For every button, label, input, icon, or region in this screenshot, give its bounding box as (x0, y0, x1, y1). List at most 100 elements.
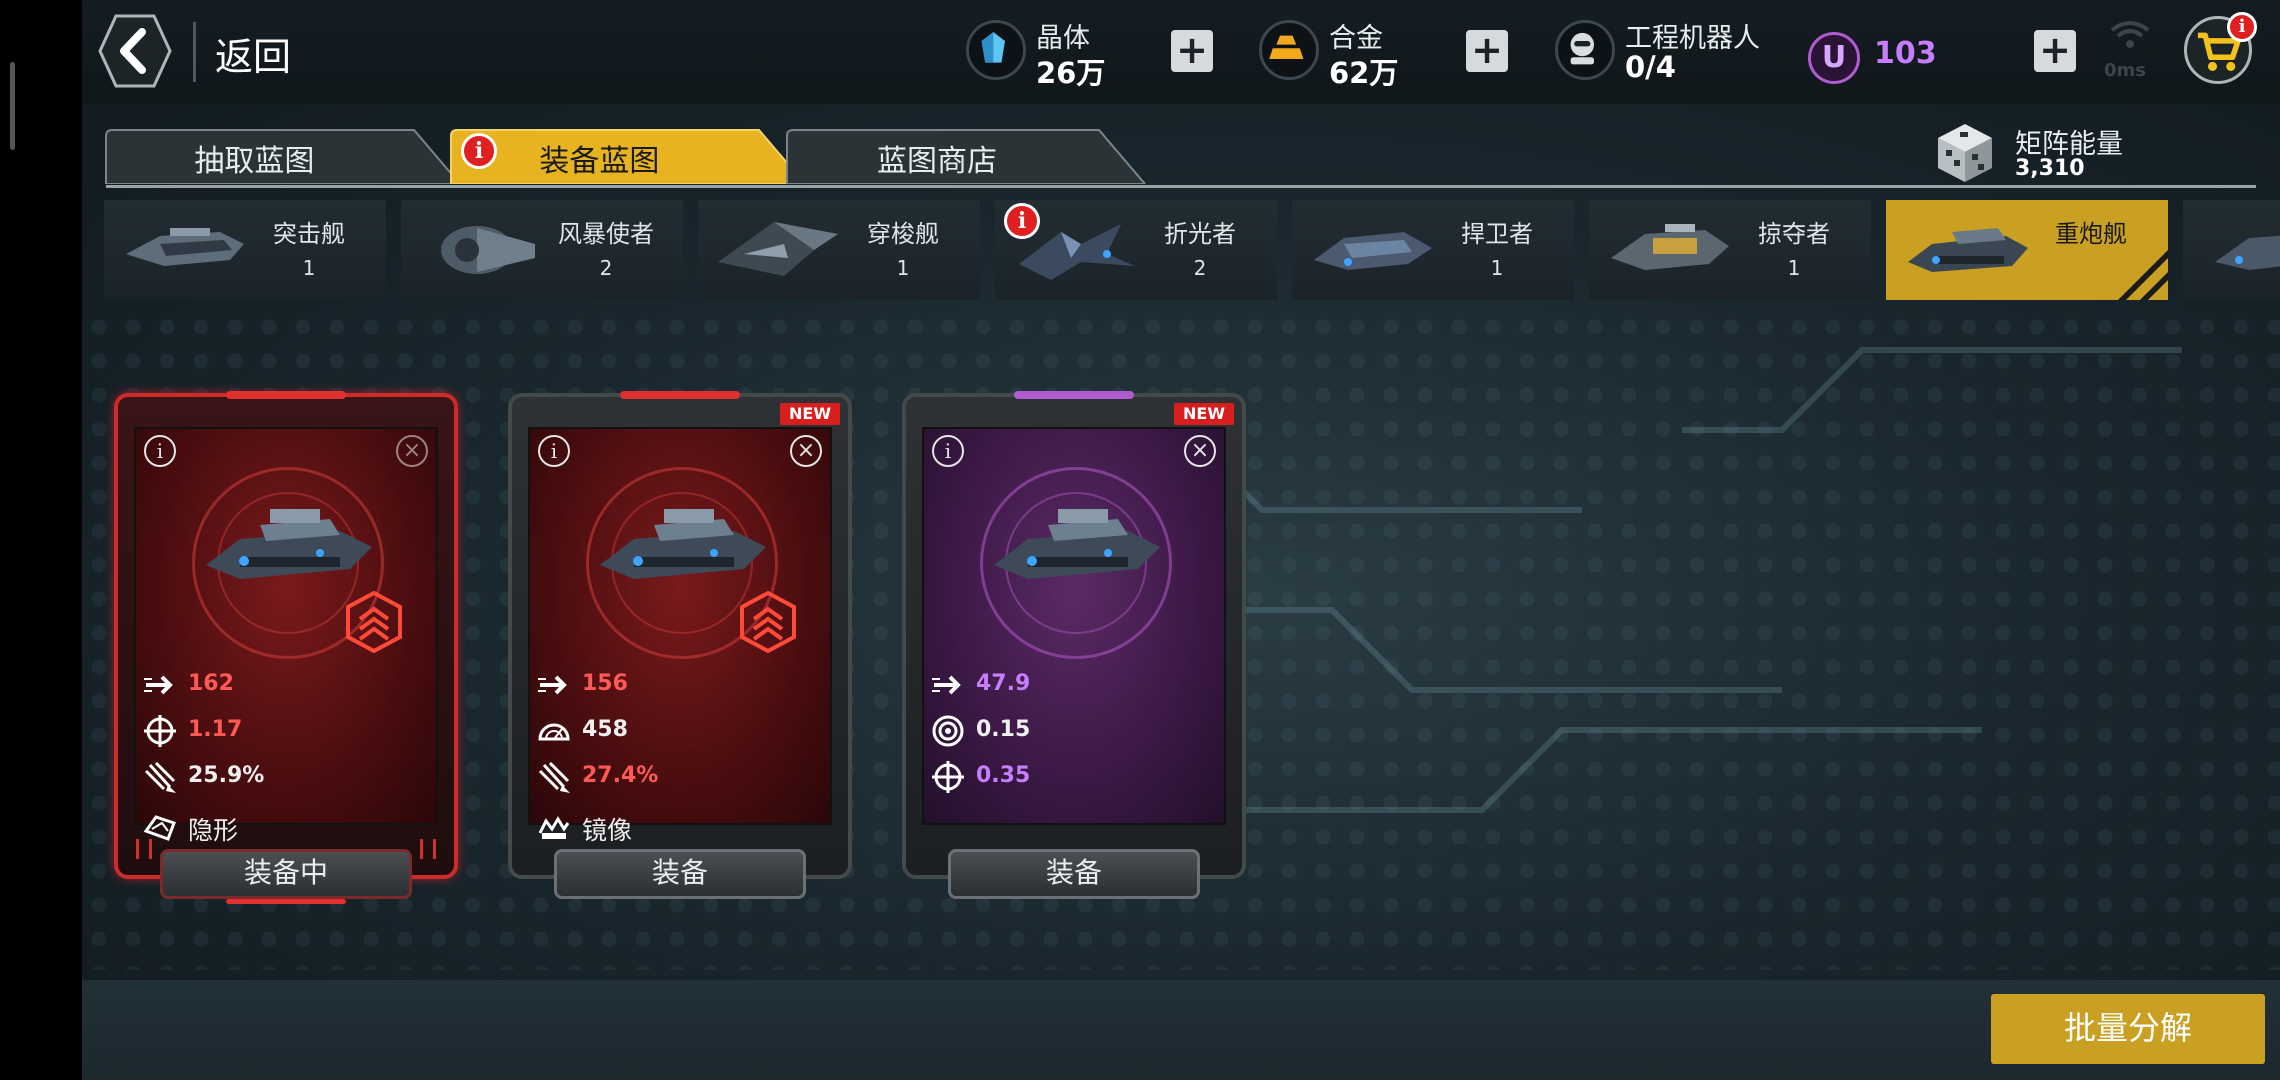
stat-value: 27.4% (582, 763, 659, 788)
stat-row: 0.35 (930, 759, 1210, 797)
close-icon[interactable]: × (1184, 435, 1216, 467)
equip-button[interactable]: 装备 (554, 849, 806, 899)
tab-alert-badge: i (461, 133, 497, 169)
crystal-icon (966, 20, 1026, 80)
category-name: 重炮舰 (2055, 220, 2127, 248)
shield-disc-icon (932, 715, 964, 747)
matrix-cube-icon (1938, 124, 1992, 182)
category-alert-badge: i (1004, 203, 1040, 239)
speed-arrow-icon (538, 675, 567, 695)
stat-value: 1.17 (188, 717, 243, 742)
resource-alloy: 合金 62万 (1259, 14, 1419, 90)
stat-value: 0.35 (976, 763, 1031, 788)
add-currency-button[interactable]: + (2034, 30, 2076, 72)
wifi-icon (2110, 21, 2150, 48)
matrix-energy-value: 3,310 (2015, 156, 2085, 181)
game-screen: 返回 晶体 26万 + 合金 62万 + 工程机器人 0/4 U 103 + 0… (0, 0, 2280, 1080)
batch-dismantle-button[interactable]: 批量分解 (1991, 994, 2265, 1064)
category-storm[interactable]: 风暴使者 2 (401, 200, 683, 300)
category-plunderer[interactable]: 掠夺者 1 (1589, 200, 1871, 300)
category-count: 1 (1787, 256, 1801, 280)
category-name: 捍卫者 (1461, 220, 1533, 248)
equipped-button[interactable]: 装备中 (160, 849, 412, 899)
ability-label: 隐形 (188, 816, 239, 845)
mirror-icon (538, 816, 570, 839)
missile-icon (144, 761, 176, 793)
equipped-mark (420, 839, 436, 859)
ability-row: 镜像 (536, 809, 816, 847)
stat-value: 25.9% (188, 763, 265, 788)
tab-draw-blueprint[interactable] (104, 128, 462, 184)
ship-image (994, 509, 1160, 579)
stat-value: 162 (188, 671, 234, 696)
currency-value: 103 (1874, 36, 1937, 71)
stat-value: 0.15 (976, 717, 1031, 742)
add-alloy-button[interactable]: + (1466, 30, 1508, 72)
back-button[interactable] (98, 14, 172, 88)
info-icon[interactable]: i (538, 435, 570, 467)
resource-value: 62万 (1329, 56, 1399, 90)
matrix-energy: 矩阵能量 3,310 (1932, 120, 2132, 190)
bottom-band (82, 980, 2280, 1080)
tab-blueprint-shop[interactable] (785, 128, 1147, 184)
speed-arrow-icon (144, 675, 173, 695)
category-count: 2 (1193, 256, 1207, 280)
rank-chevron-icon (346, 591, 402, 653)
category-defender[interactable]: 捍卫者 1 (1292, 200, 1574, 300)
close-icon[interactable]: × (396, 435, 428, 467)
stat-value: 156 (582, 671, 628, 696)
close-icon[interactable]: × (790, 435, 822, 467)
resource-crystal: 晶体 26万 (966, 14, 1126, 90)
category-assault[interactable]: 突击舰 1 (104, 200, 386, 300)
category-name: 穿梭舰 (867, 220, 939, 248)
button-light (226, 899, 346, 904)
ship-icon (1908, 228, 2028, 272)
card-rarity-light (226, 391, 346, 399)
resource-value: 0/4 (1625, 50, 1676, 84)
ability-row: 隐形 (142, 809, 422, 847)
category-shuttle[interactable]: 穿梭舰 1 (698, 200, 980, 300)
ship-icon (441, 226, 535, 274)
info-icon[interactable]: i (144, 435, 176, 467)
blueprint-card[interactable]: NEW i × 156 458 27.4% 镜像 装备 (508, 391, 852, 905)
category-name: 风暴使者 (558, 220, 654, 248)
card-rarity-light (620, 391, 740, 399)
robot-icon (1555, 20, 1615, 80)
stat-row: 156 (536, 667, 816, 705)
equip-button[interactable]: 装备 (948, 849, 1200, 899)
stat-row: 0.15 (930, 713, 1210, 751)
add-crystal-button[interactable]: + (1171, 30, 1213, 72)
speed-arrow-icon (932, 675, 961, 695)
stat-row: 27.4% (536, 759, 816, 797)
card-rarity-light (1014, 391, 1134, 399)
card-body: i × 156 458 27.4% 镜像 (528, 427, 832, 845)
info-icon[interactable]: i (932, 435, 964, 467)
equipped-mark (136, 839, 152, 859)
system-edge (0, 0, 82, 1080)
stat-value: 47.9 (976, 671, 1031, 696)
new-badge: NEW (1174, 403, 1234, 425)
card-body: i × 162 1.17 25.9% 隐形 (134, 427, 438, 845)
category-name: 掠夺者 (1758, 220, 1830, 248)
ship-icon (1314, 232, 1432, 270)
edge-handle (10, 62, 15, 150)
ship-icon (1611, 224, 1729, 270)
category-name: 突击舰 (273, 220, 345, 248)
blueprint-card[interactable]: i × 162 1.17 25.9% 隐形 装备中 (114, 391, 458, 905)
back-label[interactable]: 返回 (215, 26, 291, 81)
stat-row: 25.9% (142, 759, 422, 797)
category-count: 1 (1490, 256, 1504, 280)
ship-image (600, 509, 766, 579)
category-heavy-cannon[interactable]: 重炮舰 (1886, 200, 2168, 300)
tab-equip-blueprint[interactable] (449, 128, 807, 184)
category-next-partial[interactable] (2183, 200, 2280, 300)
selected-corner (2118, 250, 2168, 300)
resource-value: 26万 (1036, 56, 1106, 90)
divider (193, 22, 196, 82)
category-count: 2 (599, 256, 613, 280)
stat-value: 458 (582, 717, 628, 742)
new-badge: NEW (780, 403, 840, 425)
blueprint-card[interactable]: NEW i × 47.9 0.15 0.35 装备 (902, 391, 1246, 905)
card-body: i × 47.9 0.15 0.35 (922, 427, 1226, 825)
ship-icon (126, 228, 244, 266)
